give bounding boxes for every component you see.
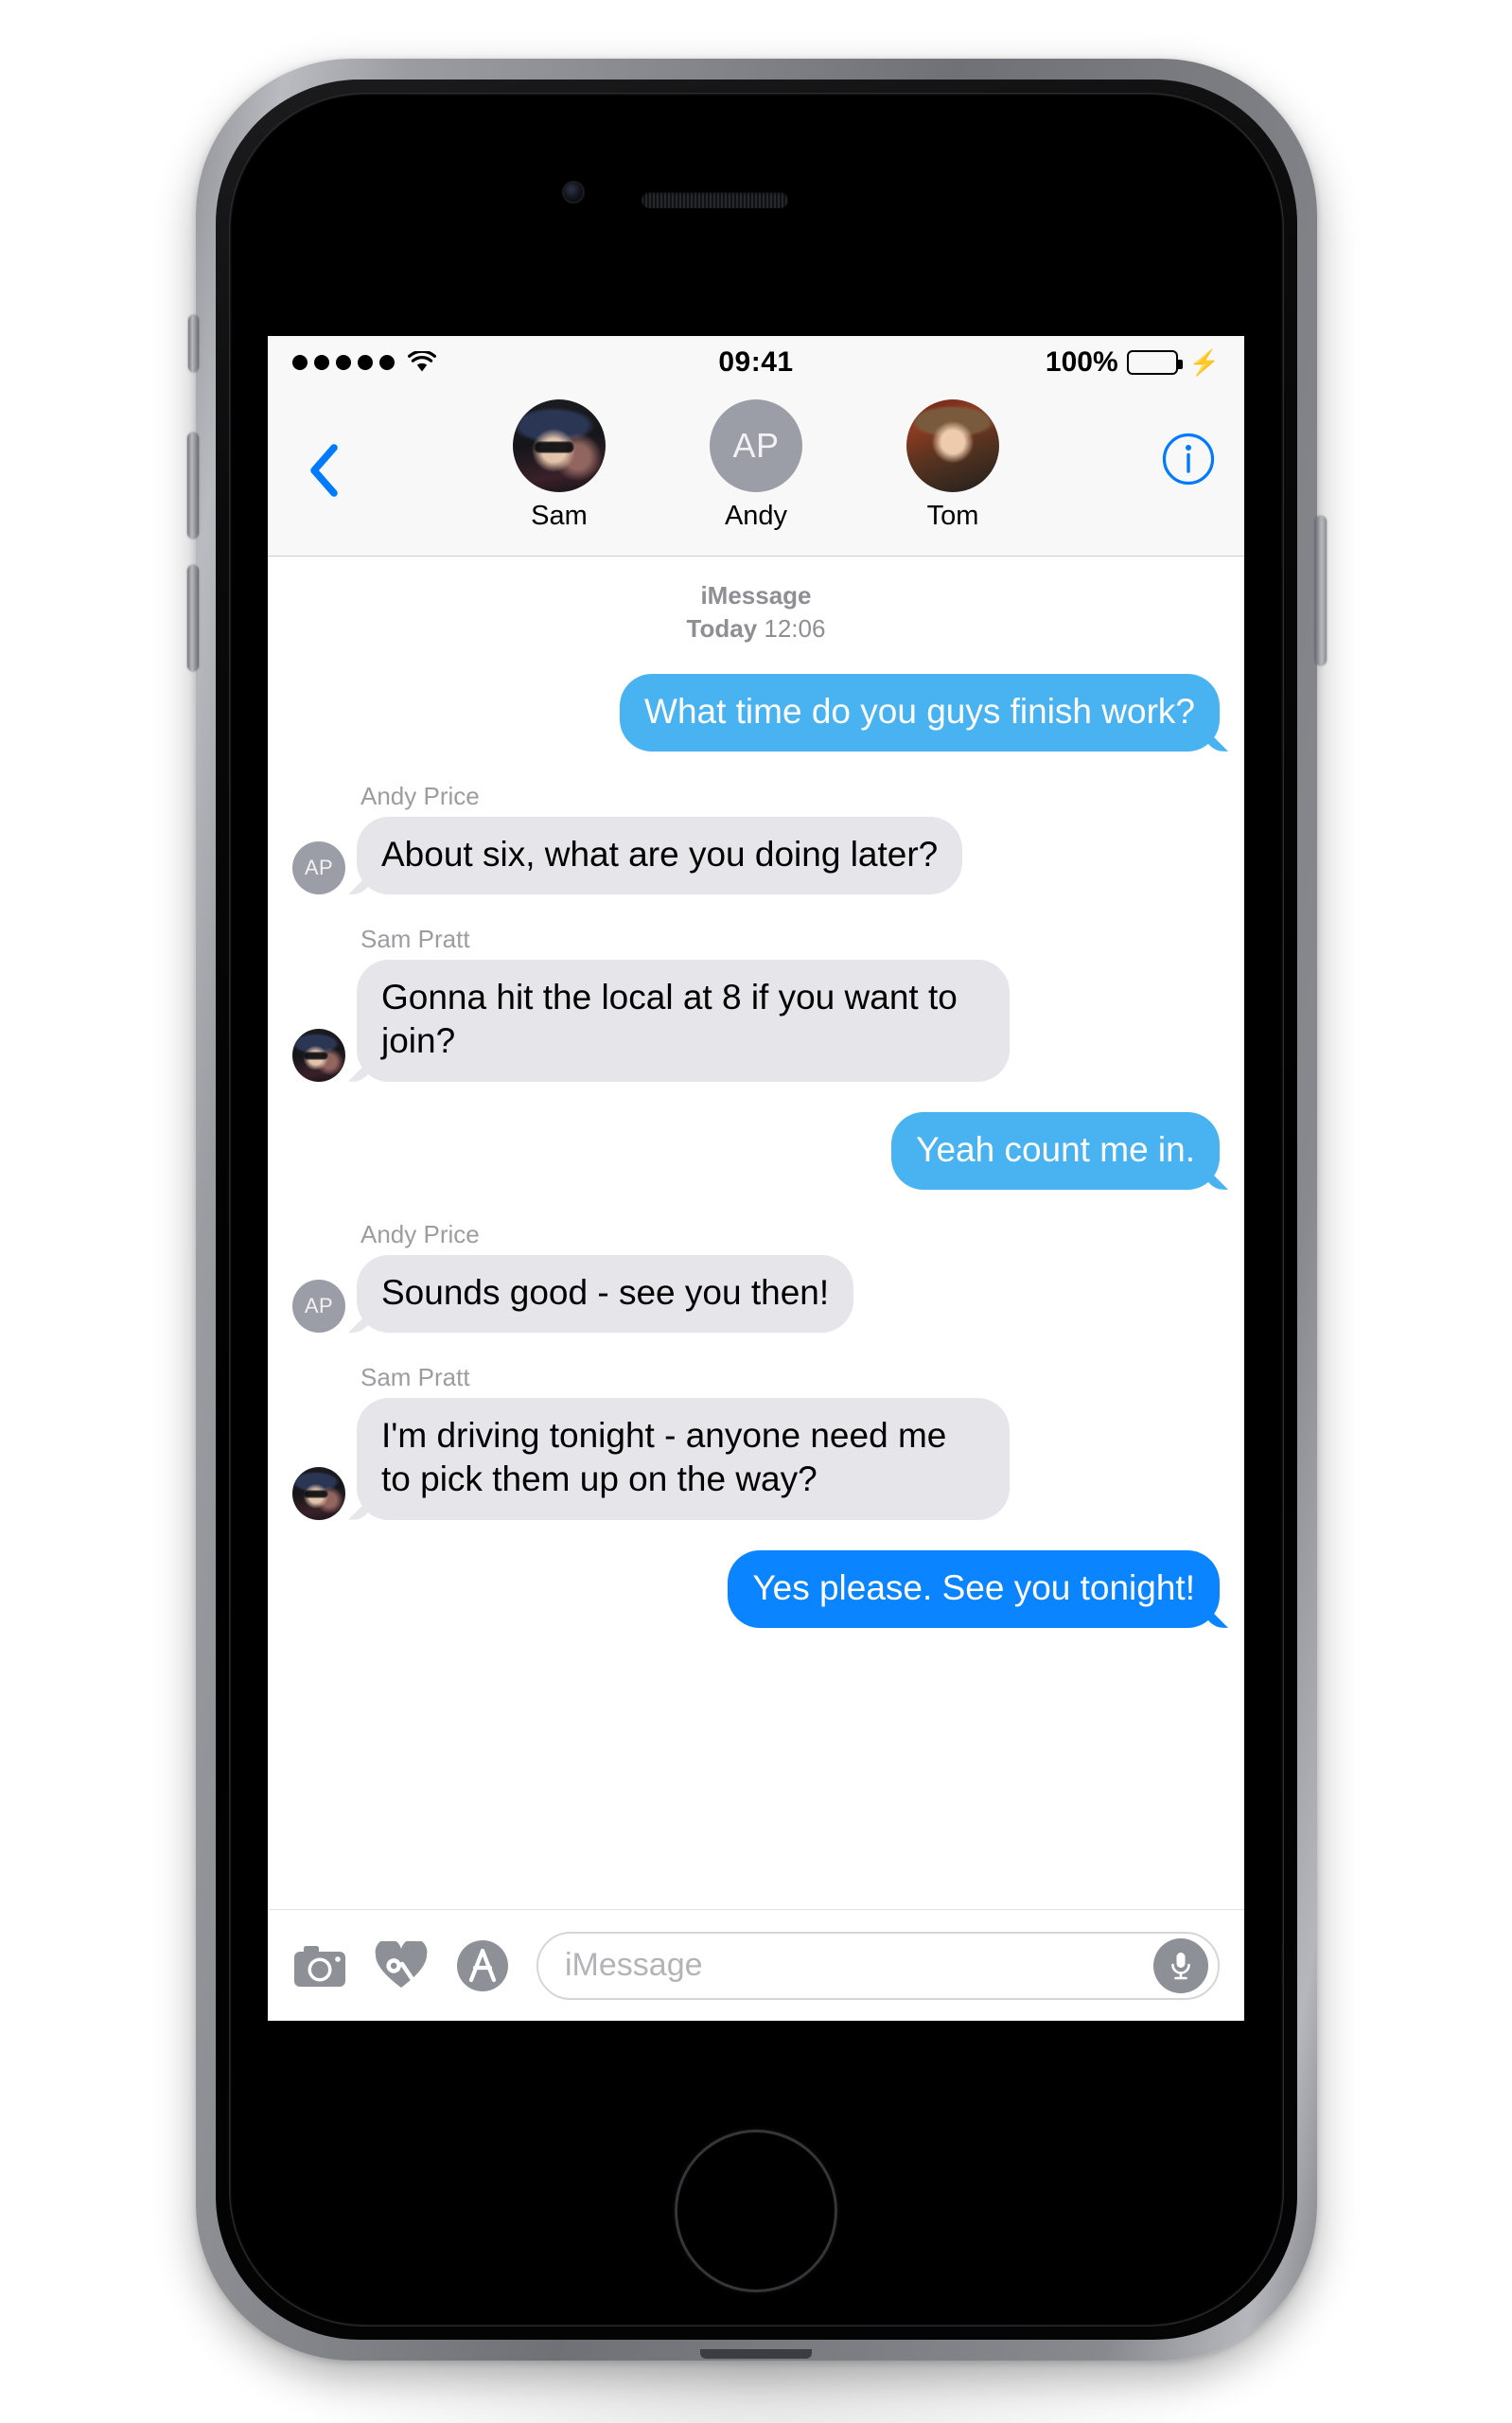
message-row: Gonna hit the local at 8 if you want to … (268, 960, 1244, 1082)
conversation-participants: Sam AP Andy Tom (353, 394, 1159, 532)
conversation-timestamp: iMessage Today 12:06 (268, 579, 1244, 646)
microphone-icon (1171, 1952, 1190, 1979)
participant-name: Andy (724, 501, 788, 531)
timestamp-line: Today 12:06 (268, 612, 1244, 646)
avatar-photo (513, 399, 606, 492)
message-sender-label: Sam Pratt (360, 925, 470, 954)
info-circle-icon (1162, 433, 1215, 486)
message-sender-label: Sam Pratt (360, 1363, 470, 1392)
status-bar-right-cluster: 100% ⚡ (1046, 346, 1220, 379)
message-list[interactable]: iMessage Today 12:06 What time do you gu… (268, 557, 1244, 1909)
avatar: AP (292, 1280, 345, 1334)
silent-switch-button[interactable] (188, 315, 199, 372)
message-input-placeholder: iMessage (565, 1947, 703, 1983)
avatar-photo (906, 399, 999, 492)
back-button[interactable] (294, 394, 353, 498)
digital-touch-button[interactable] (374, 1940, 429, 1990)
earpiece-speaker (642, 192, 788, 208)
message-input-field[interactable]: iMessage (536, 1931, 1220, 2000)
camera-icon (294, 1945, 345, 1987)
volume-up-button[interactable] (187, 433, 199, 539)
bottom-antenna-notch (700, 2349, 812, 2359)
message-row: Yeah count me in. (268, 1111, 1244, 1190)
avatar (906, 399, 999, 492)
message-group: Sam Pratt I'm driving tonight - anyone n… (268, 1363, 1244, 1520)
home-button[interactable] (675, 2130, 837, 2292)
message-group: Andy Price AP Sounds good - see you then… (268, 1219, 1244, 1334)
message-input-bar: iMessage (268, 1909, 1244, 2021)
message-bubble[interactable]: Sounds good - see you then! (357, 1254, 854, 1334)
avatar-initials: AP (292, 1280, 345, 1334)
message-bubble[interactable]: I'm driving tonight - anyone need me to … (357, 1398, 1010, 1520)
message-bubble[interactable]: Yeah count me in. (891, 1111, 1220, 1190)
message-sender-label: Andy Price (360, 781, 480, 810)
avatar-initials: AP (292, 841, 345, 895)
power-button[interactable] (1315, 516, 1327, 665)
timestamp-day: Today (686, 613, 758, 643)
avatar: AP (292, 841, 345, 895)
imessage-service-label: iMessage (700, 581, 812, 610)
avatar: AP (710, 399, 802, 492)
avatar-initials: AP (710, 399, 802, 492)
status-bar: 09:41 100% ⚡ (268, 336, 1244, 388)
message-bubble[interactable]: What time do you guys finish work? (620, 673, 1220, 752)
charging-bolt-icon: ⚡ (1188, 347, 1220, 377)
volume-down-button[interactable] (187, 565, 199, 671)
message-row: AP Sounds good - see you then! (268, 1254, 1244, 1334)
app-store-icon (457, 1939, 508, 1991)
message-group: Andy Price AP About six, what are you do… (268, 781, 1244, 895)
battery-percent-label: 100% (1045, 345, 1118, 378)
participant-name: Sam (531, 501, 588, 531)
participant-tom[interactable]: Tom (893, 399, 1012, 532)
participant-andy[interactable]: AP Andy (696, 399, 816, 532)
message-group: Yeah count me in. (268, 1111, 1244, 1190)
avatar (292, 1466, 345, 1520)
battery-icon (1126, 349, 1183, 375)
participant-sam[interactable]: Sam (500, 399, 619, 532)
message-sender-label: Andy Price (360, 1219, 480, 1248)
app-store-button[interactable] (455, 1938, 510, 1993)
message-bubble[interactable]: Yes please. See you tonight! (728, 1549, 1220, 1628)
message-row: I'm driving tonight - anyone need me to … (268, 1398, 1244, 1520)
message-row: What time do you guys finish work? (268, 673, 1244, 752)
chevron-left-icon (310, 444, 338, 497)
digital-touch-heart-icon (375, 1940, 428, 1988)
phone-screen: 09:41 100% ⚡ Sam AP Andy Tom iMessage To… (268, 336, 1244, 2021)
message-group: Sam Pratt Gonna hit the local at 8 if yo… (268, 925, 1244, 1082)
participant-name: Tom (926, 501, 979, 531)
info-button[interactable] (1159, 394, 1218, 486)
avatar-photo (292, 1466, 345, 1520)
message-row: AP About six, what are you doing later? (268, 816, 1244, 895)
message-group: Yes please. See you tonight! (268, 1549, 1244, 1628)
camera-button[interactable] (292, 1942, 347, 1990)
avatar (292, 1028, 345, 1082)
avatar-photo (292, 1028, 345, 1082)
message-group: What time do you guys finish work? (268, 673, 1244, 752)
avatar (513, 399, 606, 492)
microphone-button[interactable] (1153, 1937, 1208, 1993)
conversation-header: Sam AP Andy Tom (268, 388, 1244, 557)
phone-mockup-scene: 09:41 100% ⚡ Sam AP Andy Tom iMessage To… (0, 0, 1512, 2423)
message-bubble[interactable]: About six, what are you doing later? (357, 816, 963, 895)
timestamp-time: 12:06 (764, 613, 826, 643)
front-camera (564, 183, 583, 202)
message-bubble[interactable]: Gonna hit the local at 8 if you want to … (357, 960, 1010, 1082)
message-row: Yes please. See you tonight! (268, 1549, 1244, 1628)
